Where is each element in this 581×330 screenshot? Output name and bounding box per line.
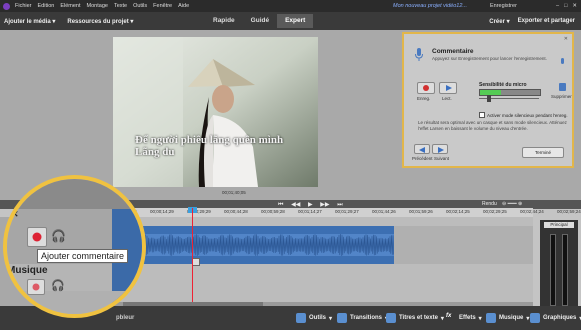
ruler-tick-label: 00;01;59;26 (409, 209, 433, 214)
tools-icon (296, 313, 306, 323)
menu-edition[interactable]: Edition (38, 3, 55, 9)
graphics-icon (530, 313, 540, 323)
magnifier-callout: ✕ 🎧 Ajouter commentaire Musique 🎧 (3, 175, 146, 318)
render-button[interactable]: Rendu (482, 201, 497, 207)
tools-button[interactable]: Outils ▾ (296, 313, 332, 323)
play-button[interactable] (439, 82, 457, 94)
ruler-tick-label: 00;00;59;28 (261, 209, 285, 214)
menu-texte[interactable]: Texte (114, 3, 127, 9)
ruler-tick-label: 00;00;14;29 (150, 209, 174, 214)
tab-guide[interactable]: Guidé (243, 14, 277, 28)
ruler-tick-label: 00;02;44;24 (520, 209, 544, 214)
vu-label: Principal (544, 222, 574, 228)
menu-bar: Fichier Edition Elément Montage Texte Ou… (0, 0, 581, 12)
app-logo-icon (3, 2, 10, 10)
time-ruler[interactable]: 00;00;00;0000;00;14;2900;00;29;2900;00;4… (113, 208, 581, 217)
fx-icon: fx (446, 313, 452, 319)
video-monitor[interactable]: Để người phiêu lãng quên mình Lãng du (113, 37, 318, 187)
create-dropdown[interactable]: Créer ▾ (489, 18, 509, 25)
music-record-button[interactable] (27, 279, 45, 295)
transitions-icon (337, 313, 347, 323)
menu-aide[interactable]: Aide (178, 3, 189, 9)
play-icon (446, 85, 452, 91)
done-button[interactable]: Terminé (522, 147, 564, 158)
menu-element[interactable]: Elément (60, 3, 80, 9)
mic-small-icon (561, 58, 564, 64)
microphone-icon (415, 48, 423, 61)
mic-sensitivity-label: Sensibilité du micro (479, 82, 527, 88)
ruler-tick-label: 00;00;44;28 (224, 209, 248, 214)
graphics-button[interactable]: Graphiques ▾ (530, 313, 581, 323)
video-frame-image (113, 37, 318, 187)
trash-icon[interactable] (559, 83, 566, 91)
sensitivity-slider[interactable] (479, 95, 539, 102)
record-icon-zoomed (32, 232, 42, 242)
track-narration[interactable] (113, 264, 533, 303)
monitor-timecode: 00;01;40;05 (222, 190, 246, 195)
record-icon (423, 85, 429, 91)
music-button[interactable]: Musique ▾ (486, 313, 529, 323)
panel-note: Le résultat sera optimal avec un casque … (418, 120, 567, 131)
add-narration-button[interactable] (27, 227, 47, 247)
previous-button[interactable] (414, 144, 430, 154)
next-button[interactable] (432, 144, 448, 154)
partial-label: pbleur (116, 315, 135, 321)
play-label: Lect. (442, 96, 452, 101)
arrow-left-icon (419, 147, 425, 153)
export-share-button[interactable]: Exporter et partager (518, 18, 575, 25)
ruler-tick-label: 00;01;44;26 (372, 209, 396, 214)
add-media-dropdown[interactable]: Ajouter le média ▾ (4, 18, 55, 25)
narration-panel: Commentaire Appuyez sur Enregistrement p… (402, 32, 574, 168)
ruler-tick-label: 00;02;14;25 (446, 209, 470, 214)
narration-marker[interactable] (192, 258, 200, 266)
headphones-icon[interactable]: 🎧 (51, 229, 66, 243)
menu-fenetre[interactable]: Fenêtre (153, 3, 172, 9)
main-toolbar: Ajouter le média ▾ Ressources du projet … (0, 12, 581, 30)
silent-mode-checkbox[interactable]: Activer mode silencieux pendant l'enreg. (479, 112, 568, 118)
delete-label: Supprimer (551, 94, 572, 99)
ruler-tick-label: 00;02;59;24 (557, 209, 581, 214)
record-button[interactable] (417, 82, 435, 94)
close-icon[interactable]: ✕ (572, 3, 577, 9)
ruler-tick-label: 00;02;29;25 (483, 209, 507, 214)
menu-montage[interactable]: Montage (87, 3, 108, 9)
audio-vu-meter: Principal (540, 220, 578, 312)
menu-fichier[interactable]: Fichier (15, 3, 32, 9)
record-icon-music (32, 283, 40, 291)
record-label: Enreg. (417, 96, 431, 101)
minimize-icon[interactable]: – (556, 3, 559, 9)
next-label: Suivant (434, 156, 450, 161)
music-icon (486, 313, 496, 323)
tooltip-add-narration: Ajouter commentaire (37, 249, 129, 263)
panel-close-icon[interactable]: ✕ (564, 36, 568, 42)
tab-expert[interactable]: Expert (277, 14, 314, 28)
titles-text-button[interactable]: Titres et texte ▾ (386, 313, 444, 323)
music-track-label: Musique (7, 265, 48, 276)
mode-switcher: Rapide Guidé Expert (205, 14, 314, 28)
headphones-icon-music[interactable]: 🎧 (51, 279, 65, 292)
transitions-button[interactable]: Transitions ▾ (337, 313, 388, 323)
maximize-icon[interactable]: □ (564, 3, 567, 9)
ruler-tick-label: 00;01;14;27 (298, 209, 322, 214)
playhead-line (192, 208, 193, 308)
titles-icon (386, 313, 396, 323)
panel-title: Commentaire (432, 48, 474, 55)
panel-description: Appuyez sur Enregistrement pour lancer l… (432, 56, 547, 61)
project-name: Mon nouveau projet vidéo12... (393, 3, 467, 9)
waveform (141, 233, 394, 257)
effects-button[interactable]: fx Effets ▾ (446, 313, 482, 323)
audio-clip[interactable] (141, 226, 394, 264)
save-button[interactable]: Enregistrer (490, 3, 517, 9)
menu-outils[interactable]: Outils (133, 3, 147, 9)
previous-label: Précédent (412, 156, 433, 161)
tab-rapide[interactable]: Rapide (205, 14, 243, 28)
video-subtitle: Để người phiêu lãng quên mình Lãng du (135, 134, 284, 158)
zoom-slider[interactable]: ⊖ ━━━ ⊕ (502, 201, 522, 207)
zoomed-close-icon: ✕ (11, 209, 19, 219)
ruler-tick-label: 00;01;29;27 (335, 209, 359, 214)
arrow-right-icon (438, 147, 444, 153)
project-assets-dropdown[interactable]: Ressources du projet ▾ (67, 18, 133, 25)
